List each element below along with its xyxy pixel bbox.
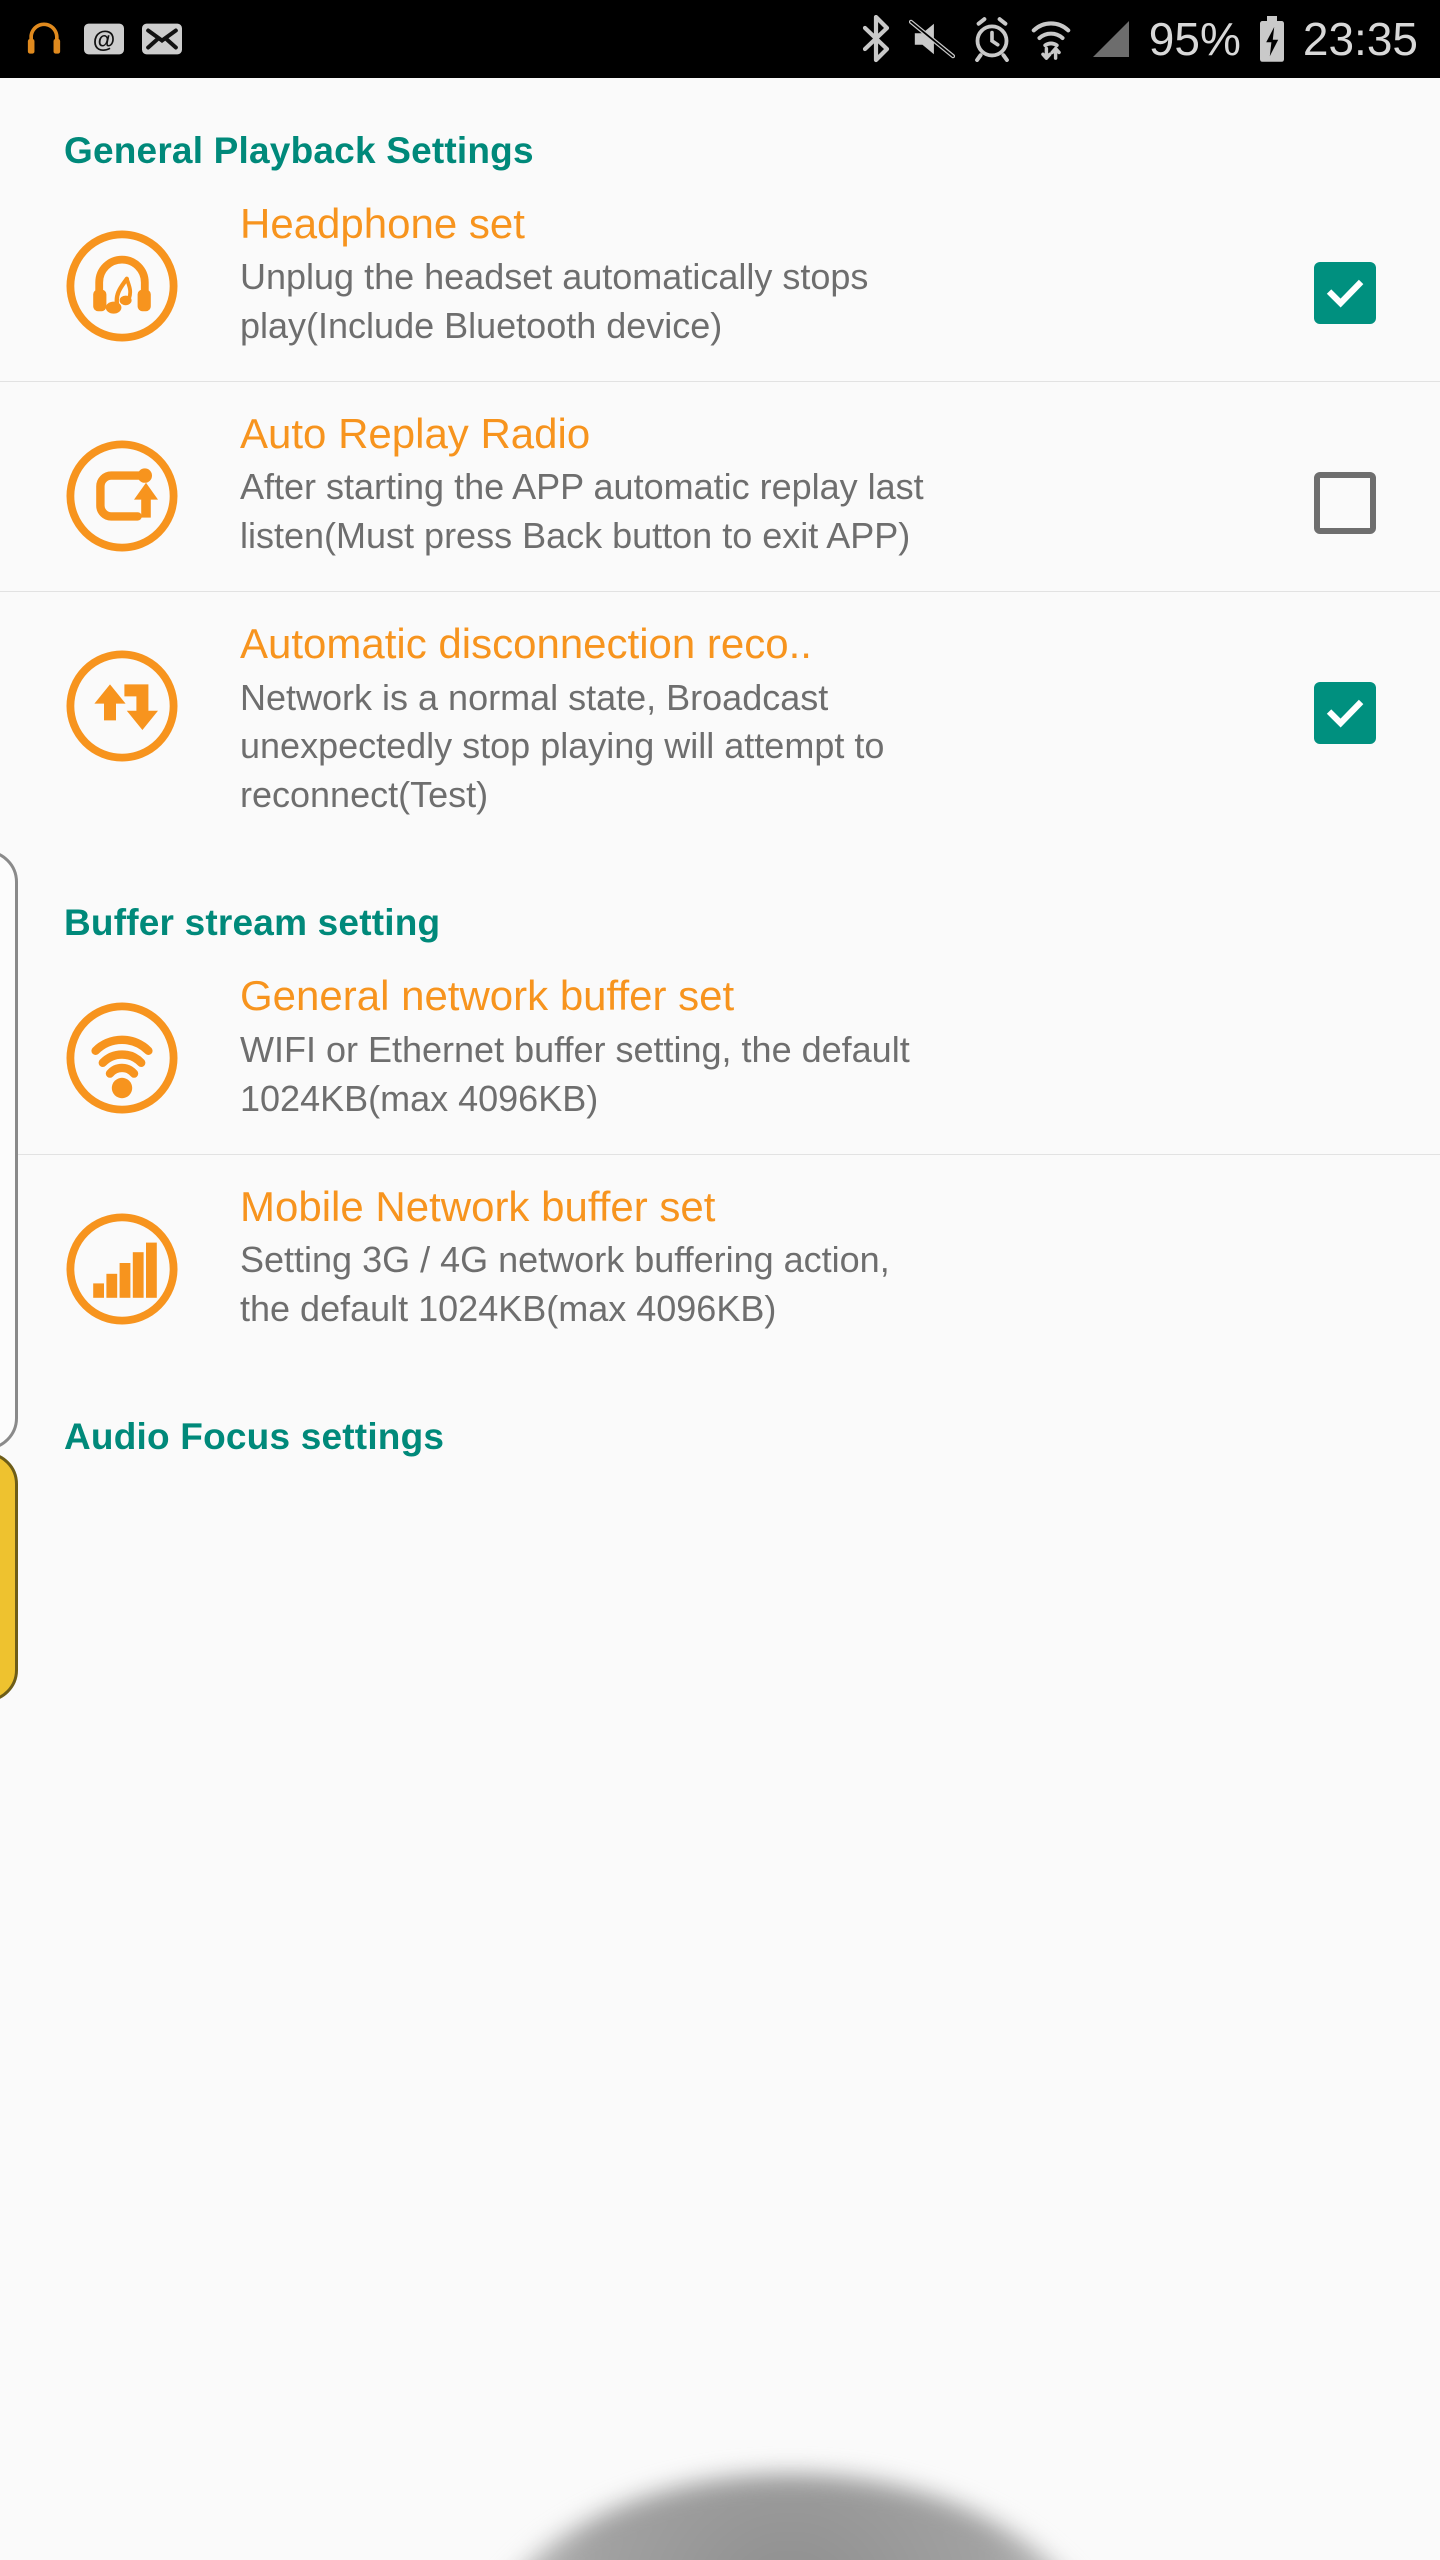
- battery-percent-label: 95%: [1148, 13, 1241, 65]
- setting-row-text-block: Mobile Network buffer set Setting 3G / 4…: [182, 1173, 1380, 1334]
- headphone-music-icon: [62, 226, 182, 346]
- edge-panel-highlight[interactable]: [0, 1452, 18, 1702]
- setting-control[interactable]: [1310, 472, 1380, 535]
- setting-row-automatic-disconnection-reconnect[interactable]: Automatic disconnection reco.. Network i…: [0, 592, 1440, 850]
- setting-title: Headphone set: [240, 200, 525, 247]
- wifi-transfer-icon: [1029, 16, 1073, 62]
- app-screen: @ 95% 23:35 General Playback Settings He…: [0, 0, 1440, 2560]
- setting-row-text-block: General network buffer set WIFI or Ether…: [182, 962, 1380, 1123]
- battery-charging-icon: [1257, 15, 1287, 63]
- checkbox-automatic-disconnection-reconnect[interactable]: [1314, 682, 1376, 745]
- setting-description: Setting 3G / 4G network buffering action…: [240, 1238, 890, 1329]
- setting-row-headphone-set[interactable]: Headphone set Unplug the headset automat…: [0, 172, 1440, 381]
- section-header-general-playback: General Playback Settings: [64, 130, 534, 171]
- status-bar: @ 95% 23:35: [0, 0, 1440, 78]
- wifi-signal-icon: [62, 998, 182, 1118]
- setting-description: After starting the APP automatic replay …: [240, 466, 924, 557]
- setting-row-text-block: Automatic disconnection reco.. Network i…: [182, 610, 1300, 820]
- setting-control[interactable]: [1310, 682, 1380, 745]
- status-bar-right-icons: 95% 23:35: [859, 15, 1418, 63]
- signal-bars-icon: [62, 1209, 182, 1329]
- setting-description: WIFI or Ethernet buffer setting, the def…: [240, 1028, 910, 1119]
- checkbox-headphone-set[interactable]: [1314, 262, 1376, 324]
- setting-title: Mobile Network buffer set: [240, 1182, 716, 1230]
- email-at-icon: @: [84, 23, 124, 55]
- setting-title: Automatic disconnection reco..: [240, 620, 812, 668]
- section-header-audio-focus: Audio Focus settings: [64, 1415, 445, 1457]
- alarm-clock-icon: [971, 16, 1013, 62]
- checkbox-auto-replay-radio[interactable]: [1314, 472, 1376, 535]
- setting-row-general-network-buffer-set[interactable]: General network buffer set WIFI or Ether…: [0, 944, 1440, 1153]
- setting-title: General network buffer set: [240, 972, 735, 1020]
- reconnect-arrows-icon: [62, 646, 182, 766]
- clock-label: 23:35: [1302, 13, 1418, 65]
- section-header-buffer-stream: Buffer stream setting: [64, 902, 441, 944]
- status-bar-left-icons: @: [22, 17, 182, 61]
- svg-text:@: @: [93, 26, 116, 52]
- setting-row-mobile-network-buffer-set[interactable]: Mobile Network buffer set Setting 3G / 4…: [0, 1155, 1440, 1364]
- cellular-signal-icon: [1089, 17, 1133, 61]
- setting-description: Unplug the headset automatically stops p…: [240, 256, 869, 347]
- setting-title: Auto Replay Radio: [240, 410, 591, 458]
- setting-row-text-block: Headphone set Unplug the headset automat…: [182, 190, 1300, 351]
- setting-row-text-block: Auto Replay Radio After starting the APP…: [182, 400, 1300, 561]
- setting-control[interactable]: [1310, 262, 1380, 324]
- bluetooth-icon: [859, 15, 893, 63]
- volume-mute-icon: [908, 18, 955, 60]
- setting-description: Network is a normal state, Broadcast une…: [240, 676, 885, 816]
- setting-row-auto-replay-radio[interactable]: Auto Replay Radio After starting the APP…: [0, 382, 1440, 591]
- headphones-icon: [22, 17, 66, 61]
- mail-envelope-icon: [142, 23, 182, 55]
- edge-panel-outline[interactable]: [0, 850, 18, 1450]
- replay-loop-icon: [62, 436, 182, 556]
- bottom-blur-overlay: [470, 2474, 1110, 2560]
